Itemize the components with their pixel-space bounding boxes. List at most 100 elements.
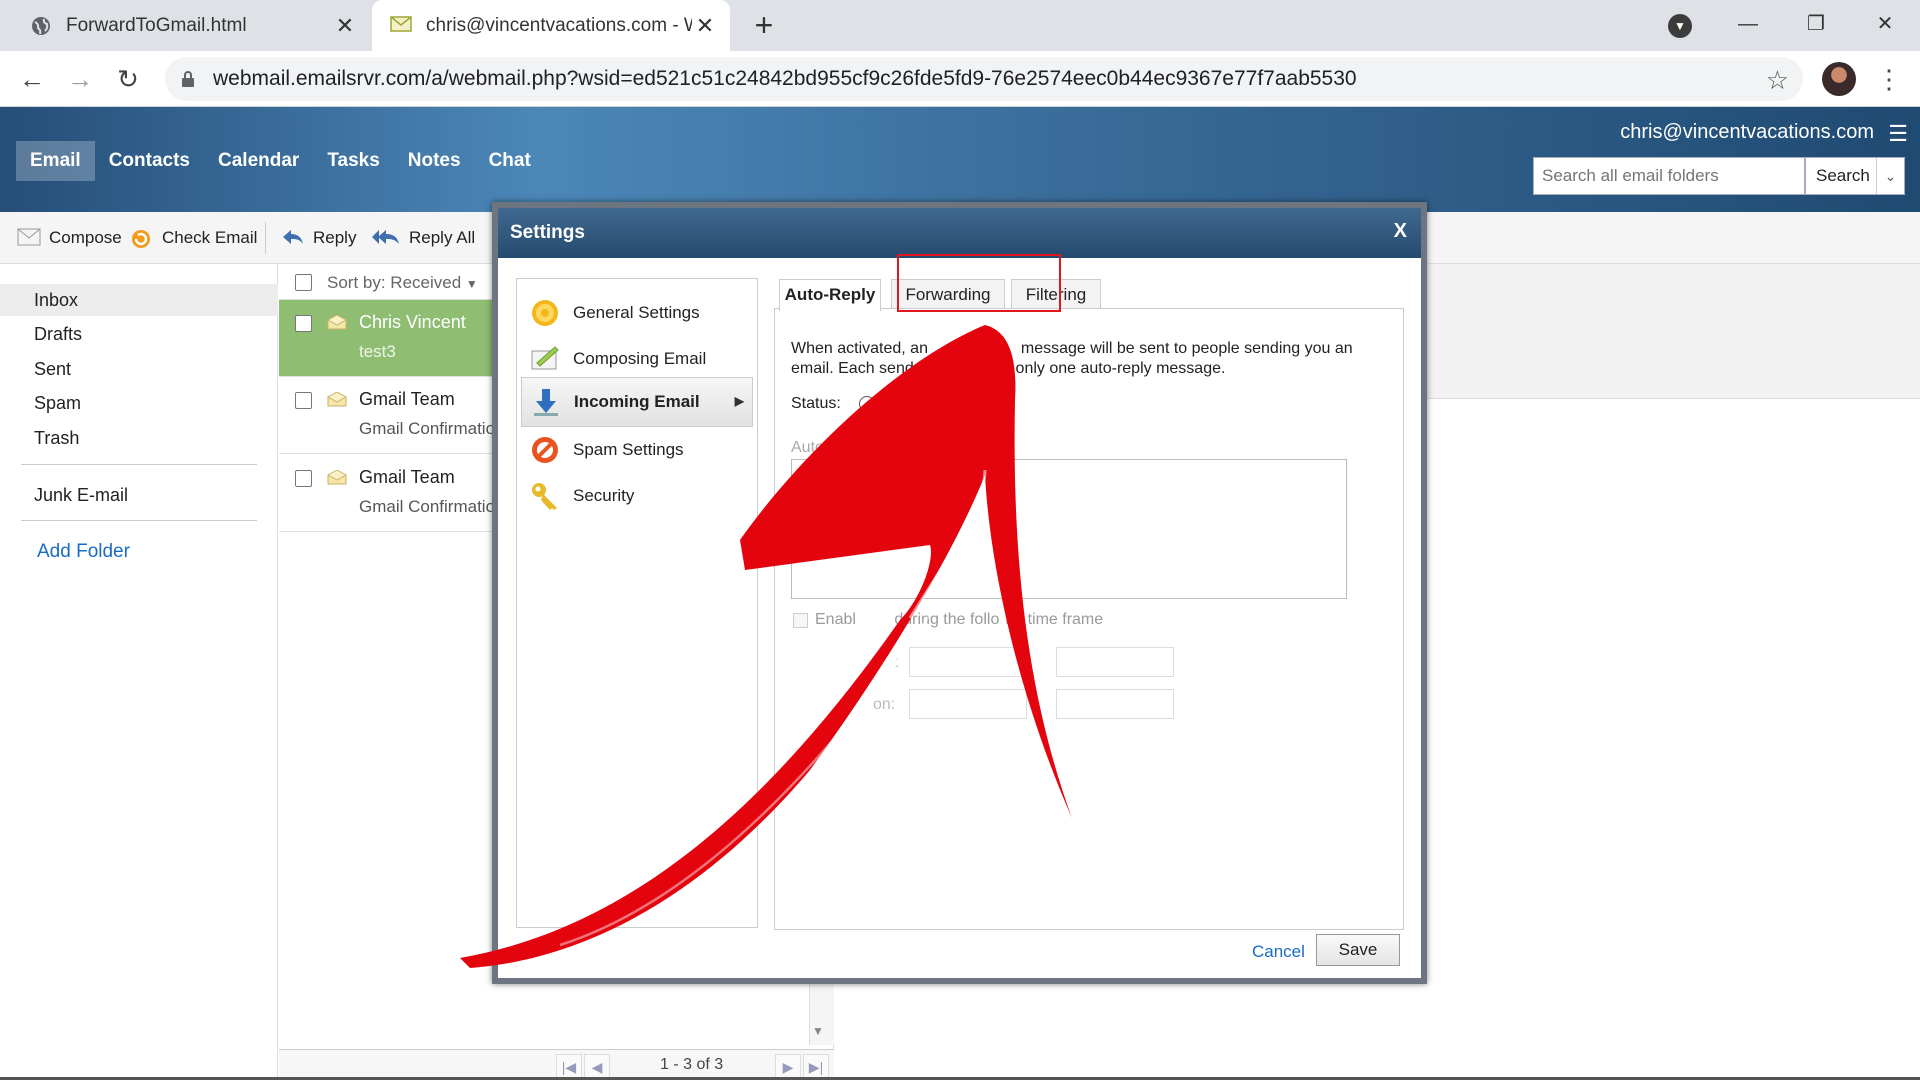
reply-arrow-icon	[281, 228, 305, 248]
folder-sent[interactable]: Sent	[0, 353, 278, 385]
next-page-icon[interactable]: ▶	[775, 1054, 801, 1078]
auto-reply-textarea[interactable]	[791, 459, 1347, 599]
minimize-icon[interactable]: —	[1728, 6, 1768, 42]
folder-divider	[21, 464, 257, 465]
reply-all-arrow-icon	[371, 228, 401, 248]
message-sender: Chris Vincent	[359, 312, 466, 332]
settings-dialog: Settings X General Settings Composing Em…	[492, 202, 1427, 984]
message-checkbox[interactable]	[295, 470, 312, 487]
window-close-icon[interactable]: ✕	[1865, 6, 1905, 42]
end-time-input[interactable]	[1056, 689, 1174, 719]
nav-contacts[interactable]: Contacts	[95, 141, 204, 181]
compose-button[interactable]: Compose	[17, 226, 122, 250]
search-options-chevron-icon[interactable]: ⌄	[1876, 158, 1904, 194]
dialog-close-icon[interactable]: X	[1394, 220, 1407, 243]
check-email-button[interactable]: Check Email	[130, 226, 257, 250]
browser-tab-forwardtogmail[interactable]: ForwardToGmail.html ✕	[0, 0, 370, 51]
last-page-icon[interactable]: ▶|	[803, 1054, 829, 1078]
browser-tab-webmail[interactable]: chris@vincentvacations.com - W ✕	[372, 0, 730, 51]
start-date-input[interactable]	[909, 647, 1027, 677]
start-label: :	[895, 654, 900, 671]
message-sender: Gmail Team	[359, 389, 455, 409]
user-email[interactable]: chris@vincentvacations.com	[1620, 121, 1874, 144]
profile-avatar[interactable]	[1822, 62, 1856, 96]
select-all-checkbox[interactable]	[295, 274, 312, 291]
back-arrow-icon[interactable]: ←	[14, 61, 50, 97]
mail-icon	[390, 15, 412, 37]
nav-email[interactable]: Email	[16, 141, 95, 181]
sidebar-item-label: Security	[573, 486, 635, 505]
download-arrow-icon	[530, 386, 562, 418]
browser-menu-icon[interactable]: ⋮	[1876, 64, 1902, 94]
folder-junk-email[interactable]: Junk E-mail	[0, 479, 278, 511]
message-checkbox[interactable]	[295, 315, 312, 332]
message-subject: Gmail Confirmatio	[359, 419, 496, 438]
lock-icon	[181, 70, 195, 88]
pager: |◀ ◀ 1 - 3 of 3 ▶ ▶|	[279, 1049, 834, 1080]
enable-text: during the follo	[894, 611, 1000, 628]
reply-all-button[interactable]: Reply All	[371, 226, 475, 250]
check-email-label: Check Email	[162, 228, 258, 247]
folder-drafts[interactable]: Drafts	[0, 318, 278, 350]
dialog-titlebar[interactable]: Settings X	[498, 208, 1421, 258]
tab-close-icon[interactable]: ✕	[332, 13, 358, 39]
sort-dropdown[interactable]: Sort by: Received ▼	[327, 273, 478, 293]
tab-title: ForwardToGmail.html	[66, 14, 247, 36]
add-folder-link[interactable]: Add Folder	[37, 541, 130, 563]
sidebar-item-label: Spam Settings	[573, 440, 684, 459]
description-text: email. Each sende	[791, 360, 923, 377]
auto-reply-description: When activated, an message will be sent …	[791, 339, 1381, 379]
status-label: Status:	[791, 395, 841, 412]
nav-chat[interactable]: Chat	[475, 141, 545, 181]
compose-envelope-icon	[17, 228, 41, 248]
message-subject: test3	[359, 342, 396, 361]
folder-spam[interactable]: Spam	[0, 387, 278, 419]
nav-notes[interactable]: Notes	[394, 141, 475, 181]
toolbar-divider	[265, 222, 266, 254]
nav-tasks[interactable]: Tasks	[313, 141, 393, 181]
search-button-label: Search	[1816, 166, 1870, 185]
save-button[interactable]: Save	[1316, 934, 1400, 966]
no-sign-icon	[529, 434, 561, 466]
prev-page-icon[interactable]: ◀	[584, 1054, 610, 1078]
hamburger-menu-icon[interactable]: ☰	[1888, 121, 1908, 147]
settings-sidebar: General Settings Composing Email Incomin…	[516, 278, 758, 928]
folder-trash[interactable]: Trash	[0, 422, 278, 454]
first-page-icon[interactable]: |◀	[556, 1054, 582, 1078]
folder-divider	[21, 520, 257, 521]
tab-search-chevron-icon[interactable]: ▼	[1668, 14, 1692, 38]
enable-timeframe-checkbox[interactable]	[793, 613, 808, 628]
reply-button[interactable]: Reply	[281, 226, 356, 250]
status-radio[interactable]	[859, 396, 875, 412]
sort-label: Sort by: Received	[327, 273, 462, 292]
start-time-input[interactable]	[1056, 647, 1174, 677]
new-tab-plus-icon[interactable]: +	[748, 9, 780, 42]
sidebar-item-label: Incoming Email	[574, 392, 700, 411]
tab-title: chris@vincentvacations.com - W	[426, 14, 692, 36]
description-text: message will be sent to people sending y…	[1020, 340, 1353, 357]
sidebar-item-general-settings[interactable]: General Settings	[521, 288, 753, 338]
end-date-input[interactable]	[909, 689, 1027, 719]
enable-text: Enabl	[815, 611, 856, 628]
forwarding-tab-highlight-box	[897, 254, 1061, 312]
nav-calendar[interactable]: Calendar	[204, 141, 313, 181]
cancel-button[interactable]: Cancel	[1252, 942, 1305, 962]
enable-text: ng time frame	[1005, 611, 1104, 628]
description-text: only one auto-reply message.	[1015, 360, 1226, 377]
sidebar-item-spam-settings[interactable]: Spam Settings	[521, 425, 753, 475]
search-input[interactable]	[1533, 157, 1805, 195]
folder-inbox[interactable]: Inbox	[0, 284, 278, 316]
restore-icon[interactable]: ❐	[1796, 6, 1836, 42]
address-bar[interactable]: webmail.emailsrvr.com/a/webmail.php?wsid…	[165, 57, 1803, 101]
sidebar-item-incoming-email[interactable]: Incoming Email ▶	[521, 377, 753, 427]
tab-auto-reply[interactable]: Auto-Reply	[779, 279, 881, 311]
forward-arrow-icon[interactable]: →	[62, 61, 98, 97]
search-button[interactable]: Search ⌄	[1805, 157, 1905, 195]
reload-icon[interactable]: ↻	[110, 61, 146, 97]
sidebar-item-security[interactable]: Security	[521, 471, 753, 521]
message-checkbox[interactable]	[295, 392, 312, 409]
bookmark-star-icon[interactable]: ☆	[1766, 65, 1789, 96]
tab-close-icon[interactable]: ✕	[692, 13, 718, 39]
auto-reply-label: Auto-Re	[791, 439, 850, 456]
scroll-down-arrow-icon[interactable]: ▼	[812, 1024, 824, 1038]
